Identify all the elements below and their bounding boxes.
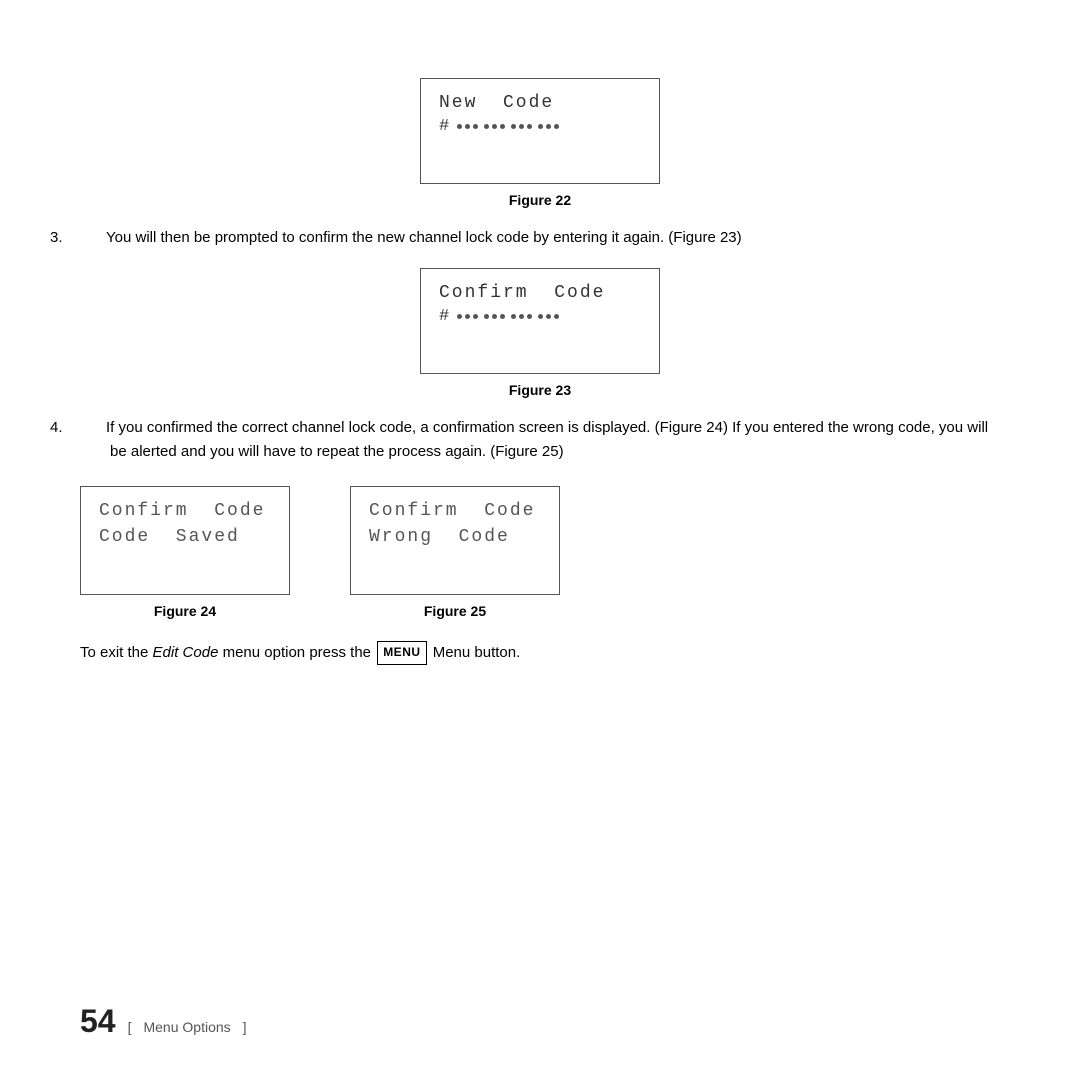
figure-23-screen: Confirm Code #: [420, 268, 660, 374]
figure-25-col: Confirm Code Wrong Code Figure 25: [350, 486, 560, 619]
fig25-line1: Confirm Code: [369, 501, 541, 521]
figure-25-screen: Confirm Code Wrong Code: [350, 486, 560, 595]
page-footer: 54 [ Menu Options ]: [80, 1003, 247, 1040]
figure-24-col: Confirm Code Code Saved Figure 24: [80, 486, 290, 619]
bottom-italic: Edit Code: [153, 644, 219, 661]
figure-22-screen: New Code #: [420, 78, 660, 184]
fig23-line1: Confirm Code: [439, 283, 641, 303]
fig23-hash: #: [439, 307, 451, 326]
fig24-line2: Code Saved: [99, 527, 271, 547]
bottom-paragraph: To exit the Edit Code menu option press …: [80, 641, 1000, 665]
bottom-prefix: To exit the: [80, 644, 153, 661]
step-3-text: You will then be prompted to confirm the…: [106, 229, 742, 246]
page-content: New Code # Figure 22 3.You will then be …: [0, 0, 1080, 725]
fig22-hash: #: [439, 117, 451, 136]
fig22-input-line: #: [439, 117, 641, 136]
fig23-caption: Figure 23: [509, 382, 571, 398]
step-3: 3.You will then be prompted to confirm t…: [80, 226, 1000, 250]
step-4: 4.If you confirmed the correct channel l…: [80, 416, 1000, 464]
bottom-suffix: Menu button.: [429, 644, 521, 661]
fig22-dots: [457, 124, 559, 129]
page-number: 54: [80, 1003, 116, 1040]
fig23-input-line: #: [439, 307, 641, 326]
figures-24-25-row: Confirm Code Code Saved Figure 24 Confir…: [80, 486, 1000, 619]
fig24-line1: Confirm Code: [99, 501, 271, 521]
fig23-dots: [457, 314, 559, 319]
step-3-number: 3.: [80, 226, 106, 250]
fig22-caption: Figure 22: [509, 192, 571, 208]
section-label: Menu Options: [143, 1019, 230, 1035]
step-4-number: 4.: [80, 416, 106, 440]
figure-23-container: Confirm Code # Figure 23: [80, 268, 1000, 398]
menu-badge: MENU: [377, 641, 426, 664]
fig25-caption: Figure 25: [424, 603, 486, 619]
fig24-caption: Figure 24: [154, 603, 216, 619]
fig25-line2: Wrong Code: [369, 527, 541, 547]
bottom-middle: menu option press the: [218, 644, 375, 661]
bracket-open: [: [128, 1019, 132, 1035]
figure-22-container: New Code # Figure 22: [80, 78, 1000, 208]
fig22-line1: New Code: [439, 93, 641, 113]
bracket-close: ]: [243, 1019, 247, 1035]
step-4-text: If you confirmed the correct channel loc…: [106, 419, 988, 460]
figure-24-screen: Confirm Code Code Saved: [80, 486, 290, 595]
